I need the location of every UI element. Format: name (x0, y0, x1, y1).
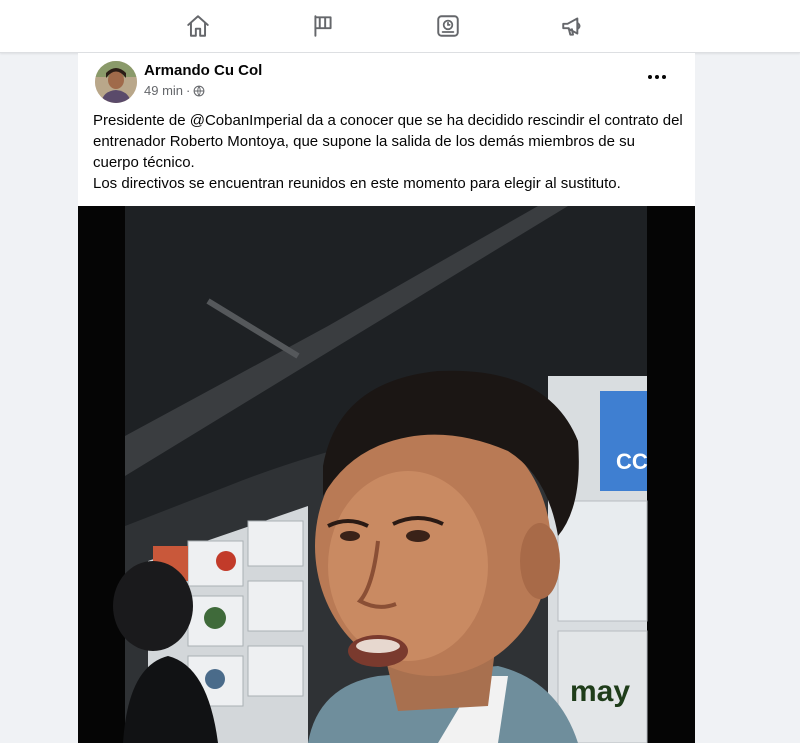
post-text-paragraph-1: Presidente de @CobanImperial da a conoce… (93, 112, 683, 171)
backdrop-logo-cc: CC (616, 449, 648, 474)
author-avatar[interactable] (95, 61, 137, 103)
nav-ads-button[interactable] (555, 8, 591, 44)
meta-separator: · (186, 83, 191, 98)
home-icon (187, 15, 209, 37)
nav-home-button[interactable] (180, 8, 216, 44)
nav-marketplace-button[interactable] (430, 8, 466, 44)
post-author-name[interactable]: Armando Cu Col (144, 62, 262, 79)
post-text-paragraph-2: Los directivos se encuentran reunidos en… (93, 175, 621, 192)
video-frame: CC may (78, 206, 695, 743)
post-meta: 49 min · (144, 83, 205, 98)
storefront-icon (437, 15, 459, 37)
top-navigation-bar (0, 0, 800, 53)
post-card: Armando Cu Col 49 min · Presidente de @C… (78, 53, 695, 743)
flag-icon (314, 15, 332, 37)
more-options-icon[interactable] (643, 67, 671, 87)
post-body: Presidente de @CobanImperial da a conoce… (93, 110, 683, 194)
megaphone-icon (562, 17, 581, 36)
nav-pages-button[interactable] (305, 8, 341, 44)
post-timestamp[interactable]: 49 min (144, 83, 183, 98)
backdrop-logo-may: may (570, 675, 630, 708)
post-video[interactable]: CC may (78, 206, 695, 743)
globe-icon (193, 85, 205, 96)
